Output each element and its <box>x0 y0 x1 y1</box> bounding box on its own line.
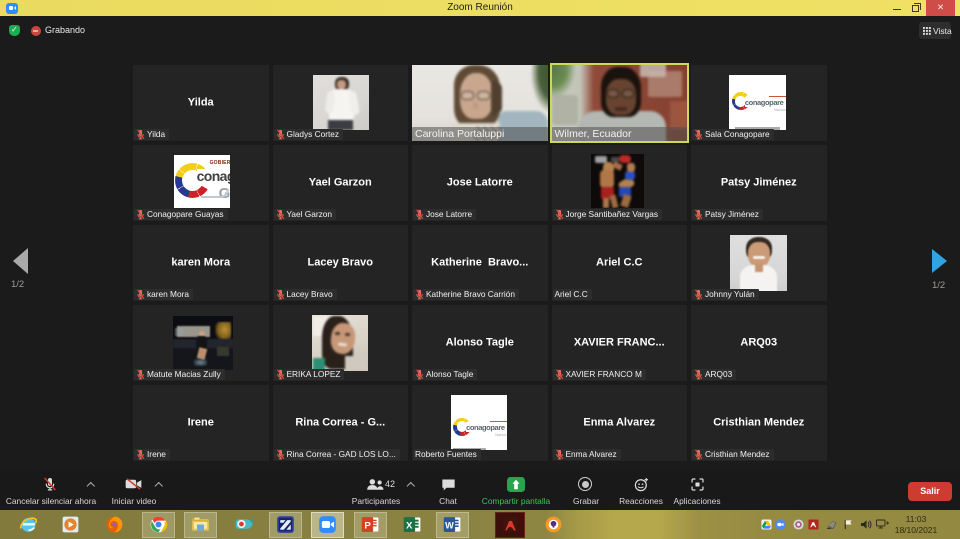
svg-text:X: X <box>405 520 412 531</box>
svg-text:W: W <box>445 520 454 530</box>
svg-text:P: P <box>364 520 371 531</box>
